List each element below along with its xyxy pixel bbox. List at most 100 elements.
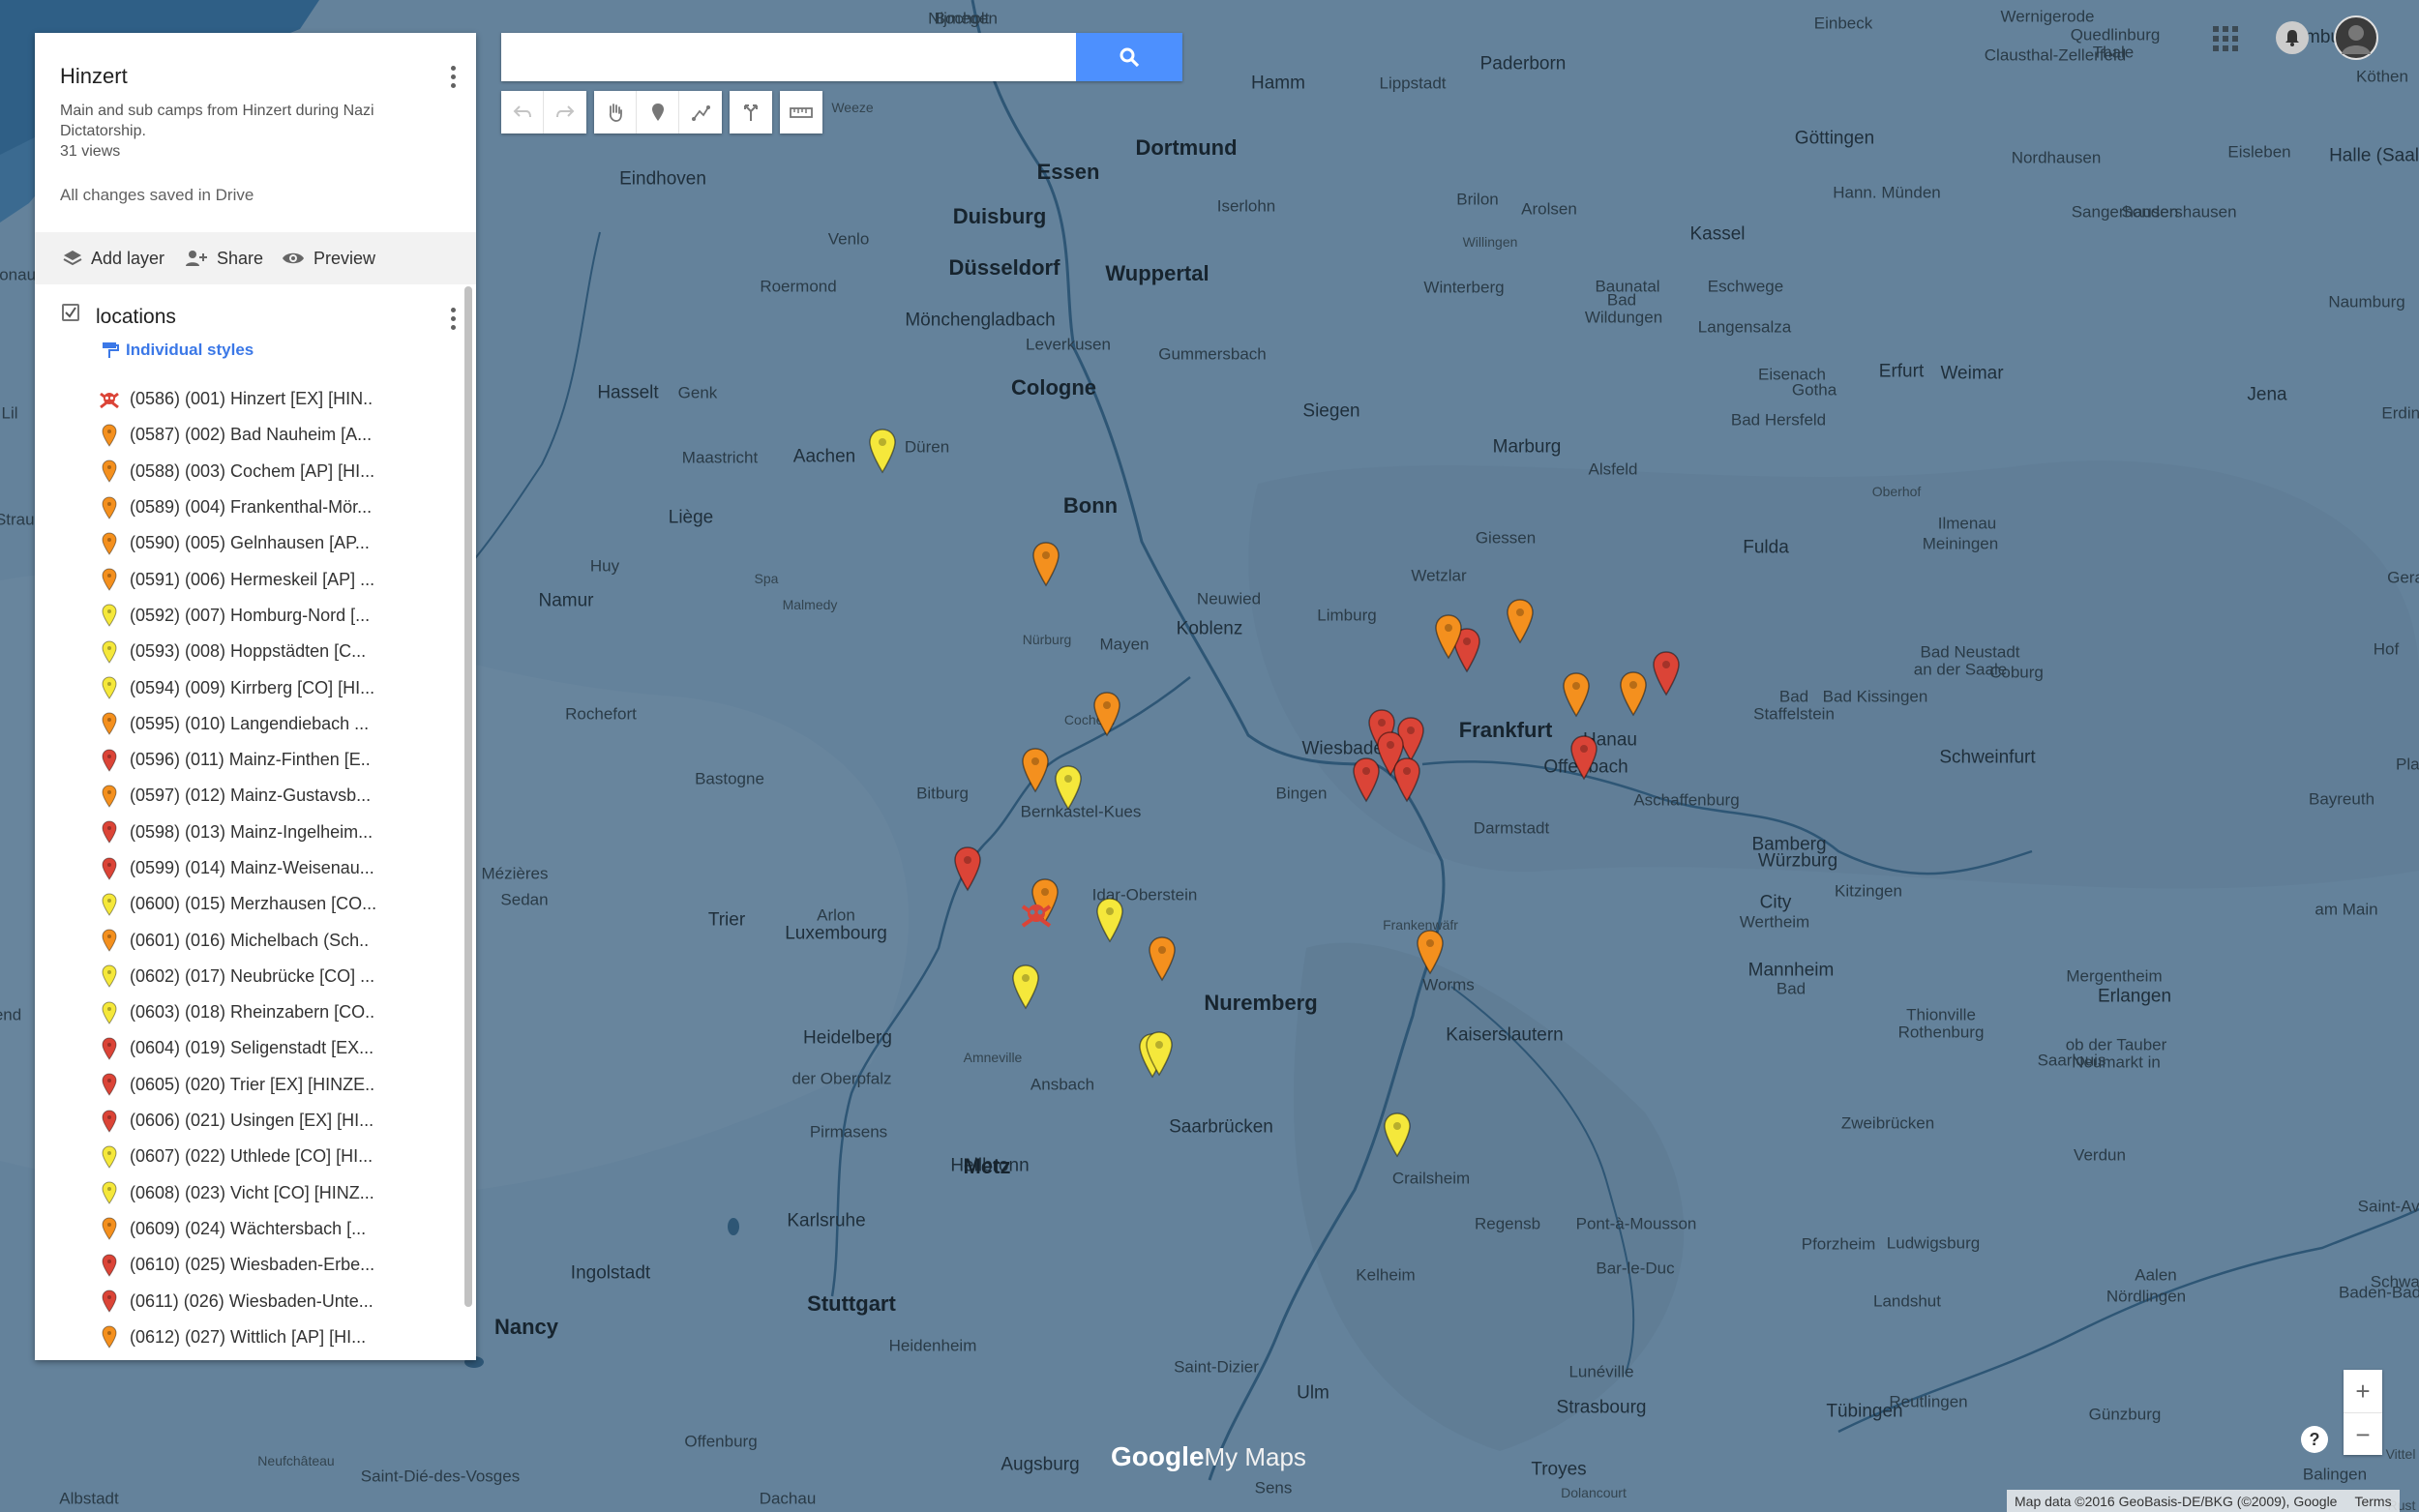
- map-marker[interactable]: [1092, 691, 1121, 737]
- map-marker[interactable]: [1145, 1030, 1174, 1077]
- map-marker[interactable]: [1652, 650, 1681, 697]
- map-marker[interactable]: [1383, 1112, 1412, 1158]
- layer-visibility-checkbox[interactable]: [62, 304, 79, 321]
- feature-label: (0599) (014) Mainz-Weisenau...: [130, 858, 374, 877]
- map-marker[interactable]: [868, 428, 897, 474]
- feature-list-item[interactable]: (0587) (002) Bad Nauheim [A...: [97, 417, 464, 453]
- map-place-label: Donau: [0, 265, 37, 284]
- map-marker[interactable]: [1021, 747, 1050, 793]
- layer-name[interactable]: locations: [96, 306, 176, 329]
- feature-list-item[interactable]: (0586) (001) Hinzert [EX] [HIN..: [97, 381, 464, 417]
- directions-button[interactable]: [730, 91, 772, 133]
- feature-list-item[interactable]: (0598) (013) Mainz-Ingelheim...: [97, 815, 464, 850]
- add-marker-button[interactable]: [637, 91, 679, 133]
- map-marker[interactable]: [953, 845, 982, 892]
- map-place-label: Eschwege: [1707, 277, 1784, 296]
- share-button[interactable]: Share: [184, 232, 263, 284]
- ruler-icon: [790, 107, 813, 118]
- map-marker[interactable]: [1352, 756, 1381, 803]
- apps-launcher-button[interactable]: [2212, 25, 2239, 52]
- map-marker[interactable]: [1031, 541, 1060, 587]
- map-place-label: Bocholt: [934, 9, 990, 28]
- feature-list-item[interactable]: (0592) (007) Homburg-Nord [...: [97, 598, 464, 634]
- help-button[interactable]: ?: [2301, 1426, 2328, 1453]
- map-title[interactable]: Hinzert: [60, 64, 128, 89]
- feature-list-item[interactable]: (0597) (012) Mainz-Gustavsb...: [97, 778, 464, 814]
- redo-button[interactable]: [544, 91, 586, 133]
- feature-list-item[interactable]: (0605) (020) Trier [EX] [HINZE..: [97, 1067, 464, 1103]
- map-marker[interactable]: [1148, 935, 1177, 982]
- preview-button[interactable]: Preview: [281, 232, 375, 284]
- map-place-label: Nordhausen: [2011, 148, 2102, 167]
- account-avatar[interactable]: [2334, 15, 2378, 60]
- map-options-menu[interactable]: [441, 60, 464, 93]
- map-marker[interactable]: [1011, 964, 1040, 1010]
- map-place-label: am Main: [2314, 900, 2378, 919]
- layer-options-menu[interactable]: [441, 302, 464, 335]
- feature-list-item[interactable]: (0603) (018) Rheinzabern [CO..: [97, 994, 464, 1030]
- map-place-label: Venlo: [827, 229, 870, 249]
- map-place-label: Ingolstadt: [570, 1262, 651, 1284]
- map-pin-icon: [97, 640, 122, 664]
- feature-label: (0607) (022) Uthlede [CO] [HI...: [130, 1146, 373, 1167]
- map-pin-icon: [97, 749, 122, 772]
- notifications-button[interactable]: [2276, 21, 2309, 54]
- select-items-button[interactable]: [594, 91, 637, 133]
- feature-list-item[interactable]: (0602) (017) Neubrücke [CO] ...: [97, 959, 464, 994]
- feature-list-item[interactable]: (0609) (024) Wächtersbach [...: [97, 1211, 464, 1247]
- measure-button[interactable]: [780, 91, 822, 133]
- feature-list-item[interactable]: (0610) (025) Wiesbaden-Erbe...: [97, 1247, 464, 1283]
- zoom-in-button[interactable]: +: [2344, 1370, 2382, 1413]
- undo-icon: [513, 105, 531, 118]
- map-place-label: Lippstadt: [1379, 74, 1447, 93]
- feature-list-item[interactable]: (0608) (023) Vicht [CO] [HINZ...: [97, 1175, 464, 1211]
- map-description[interactable]: Main and sub camps from Hinzert during N…: [60, 101, 447, 141]
- search-input[interactable]: [501, 33, 1072, 81]
- skull-crossbones-marker[interactable]: [1019, 901, 1054, 930]
- feature-list-item[interactable]: (0604) (019) Seligenstadt [EX...: [97, 1030, 464, 1066]
- undo-button[interactable]: [501, 91, 544, 133]
- map-marker[interactable]: [1506, 598, 1535, 644]
- feature-label: (0608) (023) Vicht [CO] [HINZ...: [130, 1182, 374, 1202]
- search-button[interactable]: [1076, 33, 1182, 81]
- terms-link[interactable]: Terms: [2354, 1494, 2391, 1509]
- map-marker[interactable]: [1054, 764, 1083, 811]
- feature-list-item[interactable]: (0607) (022) Uthlede [CO] [HI...: [97, 1139, 464, 1174]
- map-place-label: Saint-Dizier: [1174, 1357, 1259, 1377]
- redo-icon: [556, 105, 575, 118]
- feature-list-item[interactable]: (0601) (016) Michelbach (Sch..: [97, 922, 464, 958]
- feature-list-item[interactable]: (0606) (021) Usingen [EX] [HI...: [97, 1103, 464, 1139]
- feature-list-item[interactable]: (0589) (004) Frankenthal-Mör...: [97, 489, 464, 525]
- feature-list-item[interactable]: (0599) (014) Mainz-Weisenau...: [97, 850, 464, 886]
- draw-line-button[interactable]: [679, 91, 722, 133]
- feature-list-item[interactable]: (0611) (026) Wiesbaden-Unte...: [97, 1283, 464, 1319]
- feature-list-item[interactable]: (0588) (003) Cochem [AP] [HI...: [97, 454, 464, 489]
- map-marker[interactable]: [1416, 929, 1445, 975]
- map-place-label: Saarbrücken: [1169, 1116, 1273, 1138]
- feature-label: (0586) (001) Hinzert [EX] [HIN..: [130, 389, 373, 409]
- map-marker[interactable]: [1392, 756, 1421, 803]
- map-place-label: Amneville: [963, 1050, 1023, 1065]
- feature-list-item[interactable]: (0594) (009) Kirrberg [CO] [HI...: [97, 669, 464, 705]
- add-layer-button[interactable]: Add layer: [62, 232, 164, 284]
- feature-list-item[interactable]: (0600) (015) Merzhausen [CO...: [97, 886, 464, 922]
- map-marker[interactable]: [1619, 670, 1648, 717]
- feature-list-item[interactable]: (0596) (011) Mainz-Finthen [E..: [97, 742, 464, 778]
- map-marker[interactable]: [1095, 897, 1124, 943]
- feature-list-item[interactable]: (0612) (027) Wittlich [AP] [HI...: [97, 1319, 464, 1355]
- zoom-out-button[interactable]: −: [2344, 1413, 2382, 1456]
- map-marker[interactable]: [1434, 613, 1463, 660]
- individual-styles-link[interactable]: Individual styles: [101, 341, 254, 360]
- map-place-label: Gotha: [1791, 380, 1837, 400]
- feature-list-item[interactable]: (0590) (005) Gelnhausen [AP...: [97, 525, 464, 561]
- feature-label: (0595) (010) Langendiebach ...: [130, 713, 370, 733]
- panel-scrollbar[interactable]: [464, 286, 472, 1307]
- map-attribution: Map data ©2016 GeoBasis-DE/BKG (©2009), …: [2007, 1490, 2400, 1512]
- map-marker[interactable]: [1562, 671, 1591, 718]
- feature-list-item[interactable]: (0593) (008) Hoppstädten [C...: [97, 634, 464, 669]
- feature-list-item[interactable]: (0591) (006) Hermeskeil [AP] ...: [97, 561, 464, 597]
- map-place-label: Bitburg: [916, 784, 969, 803]
- map-marker[interactable]: [1569, 734, 1598, 781]
- feature-label: (0587) (002) Bad Nauheim [A...: [130, 425, 373, 445]
- feature-list-item[interactable]: (0595) (010) Langendiebach ...: [97, 706, 464, 742]
